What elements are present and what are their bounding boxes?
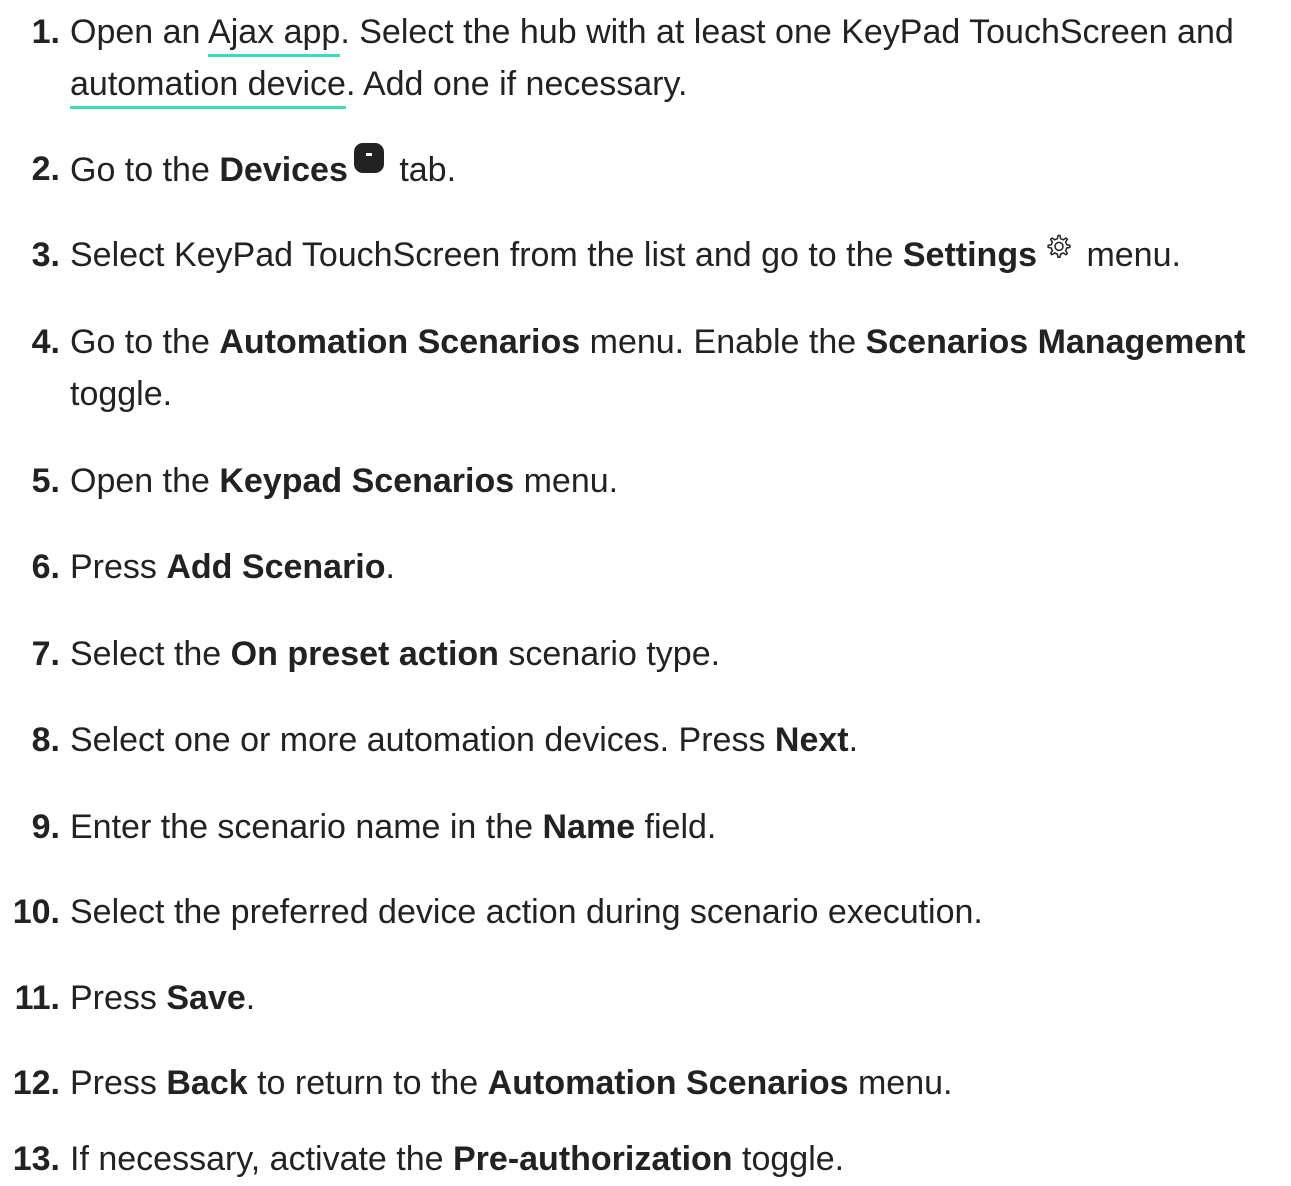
step-number: 5. (31, 462, 60, 500)
automation-device-link[interactable]: automation device (70, 65, 346, 109)
step-number: 10. (12, 893, 60, 931)
step-number: 7. (31, 635, 60, 673)
step-number: 13. (12, 1140, 60, 1178)
step-number: 3. (31, 236, 60, 274)
step-text: Press Save. (70, 979, 256, 1017)
step-number: 12. (12, 1064, 60, 1102)
step-text: Press Back to return to the Automation S… (70, 1064, 953, 1102)
step-text: Select the preferred device action durin… (70, 893, 983, 931)
step-text: Select one or more automation devices. P… (70, 721, 859, 759)
step-number: 2. (31, 150, 60, 188)
step-number: 6. (31, 548, 60, 586)
step-text: Open the Keypad Scenarios menu. (70, 462, 619, 500)
step-text: Open an Ajax app. Select the hub with at… (70, 6, 1285, 110)
step-number: 9. (31, 808, 60, 846)
step-number: 1. (31, 13, 60, 51)
step-number: 4. (31, 323, 60, 361)
step-number: 8. (31, 721, 60, 759)
devices-tab-icon (353, 143, 384, 173)
step-number: 11. (14, 979, 60, 1017)
step-text: Enter the scenario name in the Name fiel… (70, 808, 717, 846)
step-text: Select KeyPad TouchScreen from the list … (70, 229, 1285, 281)
step-text: Go to the Automation Scenarios menu. Ena… (70, 323, 1246, 413)
step-text: Go to the Devices tab. (70, 143, 1285, 196)
gear-icon (1047, 234, 1071, 258)
step-text: Press Add Scenario. (70, 548, 395, 586)
step-text: Select the On preset action scenario typ… (70, 635, 721, 673)
instruction-list: 1. Open an Ajax app. Select the hub with… (0, 0, 1291, 1186)
ajax-app-link[interactable]: Ajax app (208, 13, 341, 57)
step-text: If necessary, activate the Pre-authoriza… (70, 1140, 845, 1178)
